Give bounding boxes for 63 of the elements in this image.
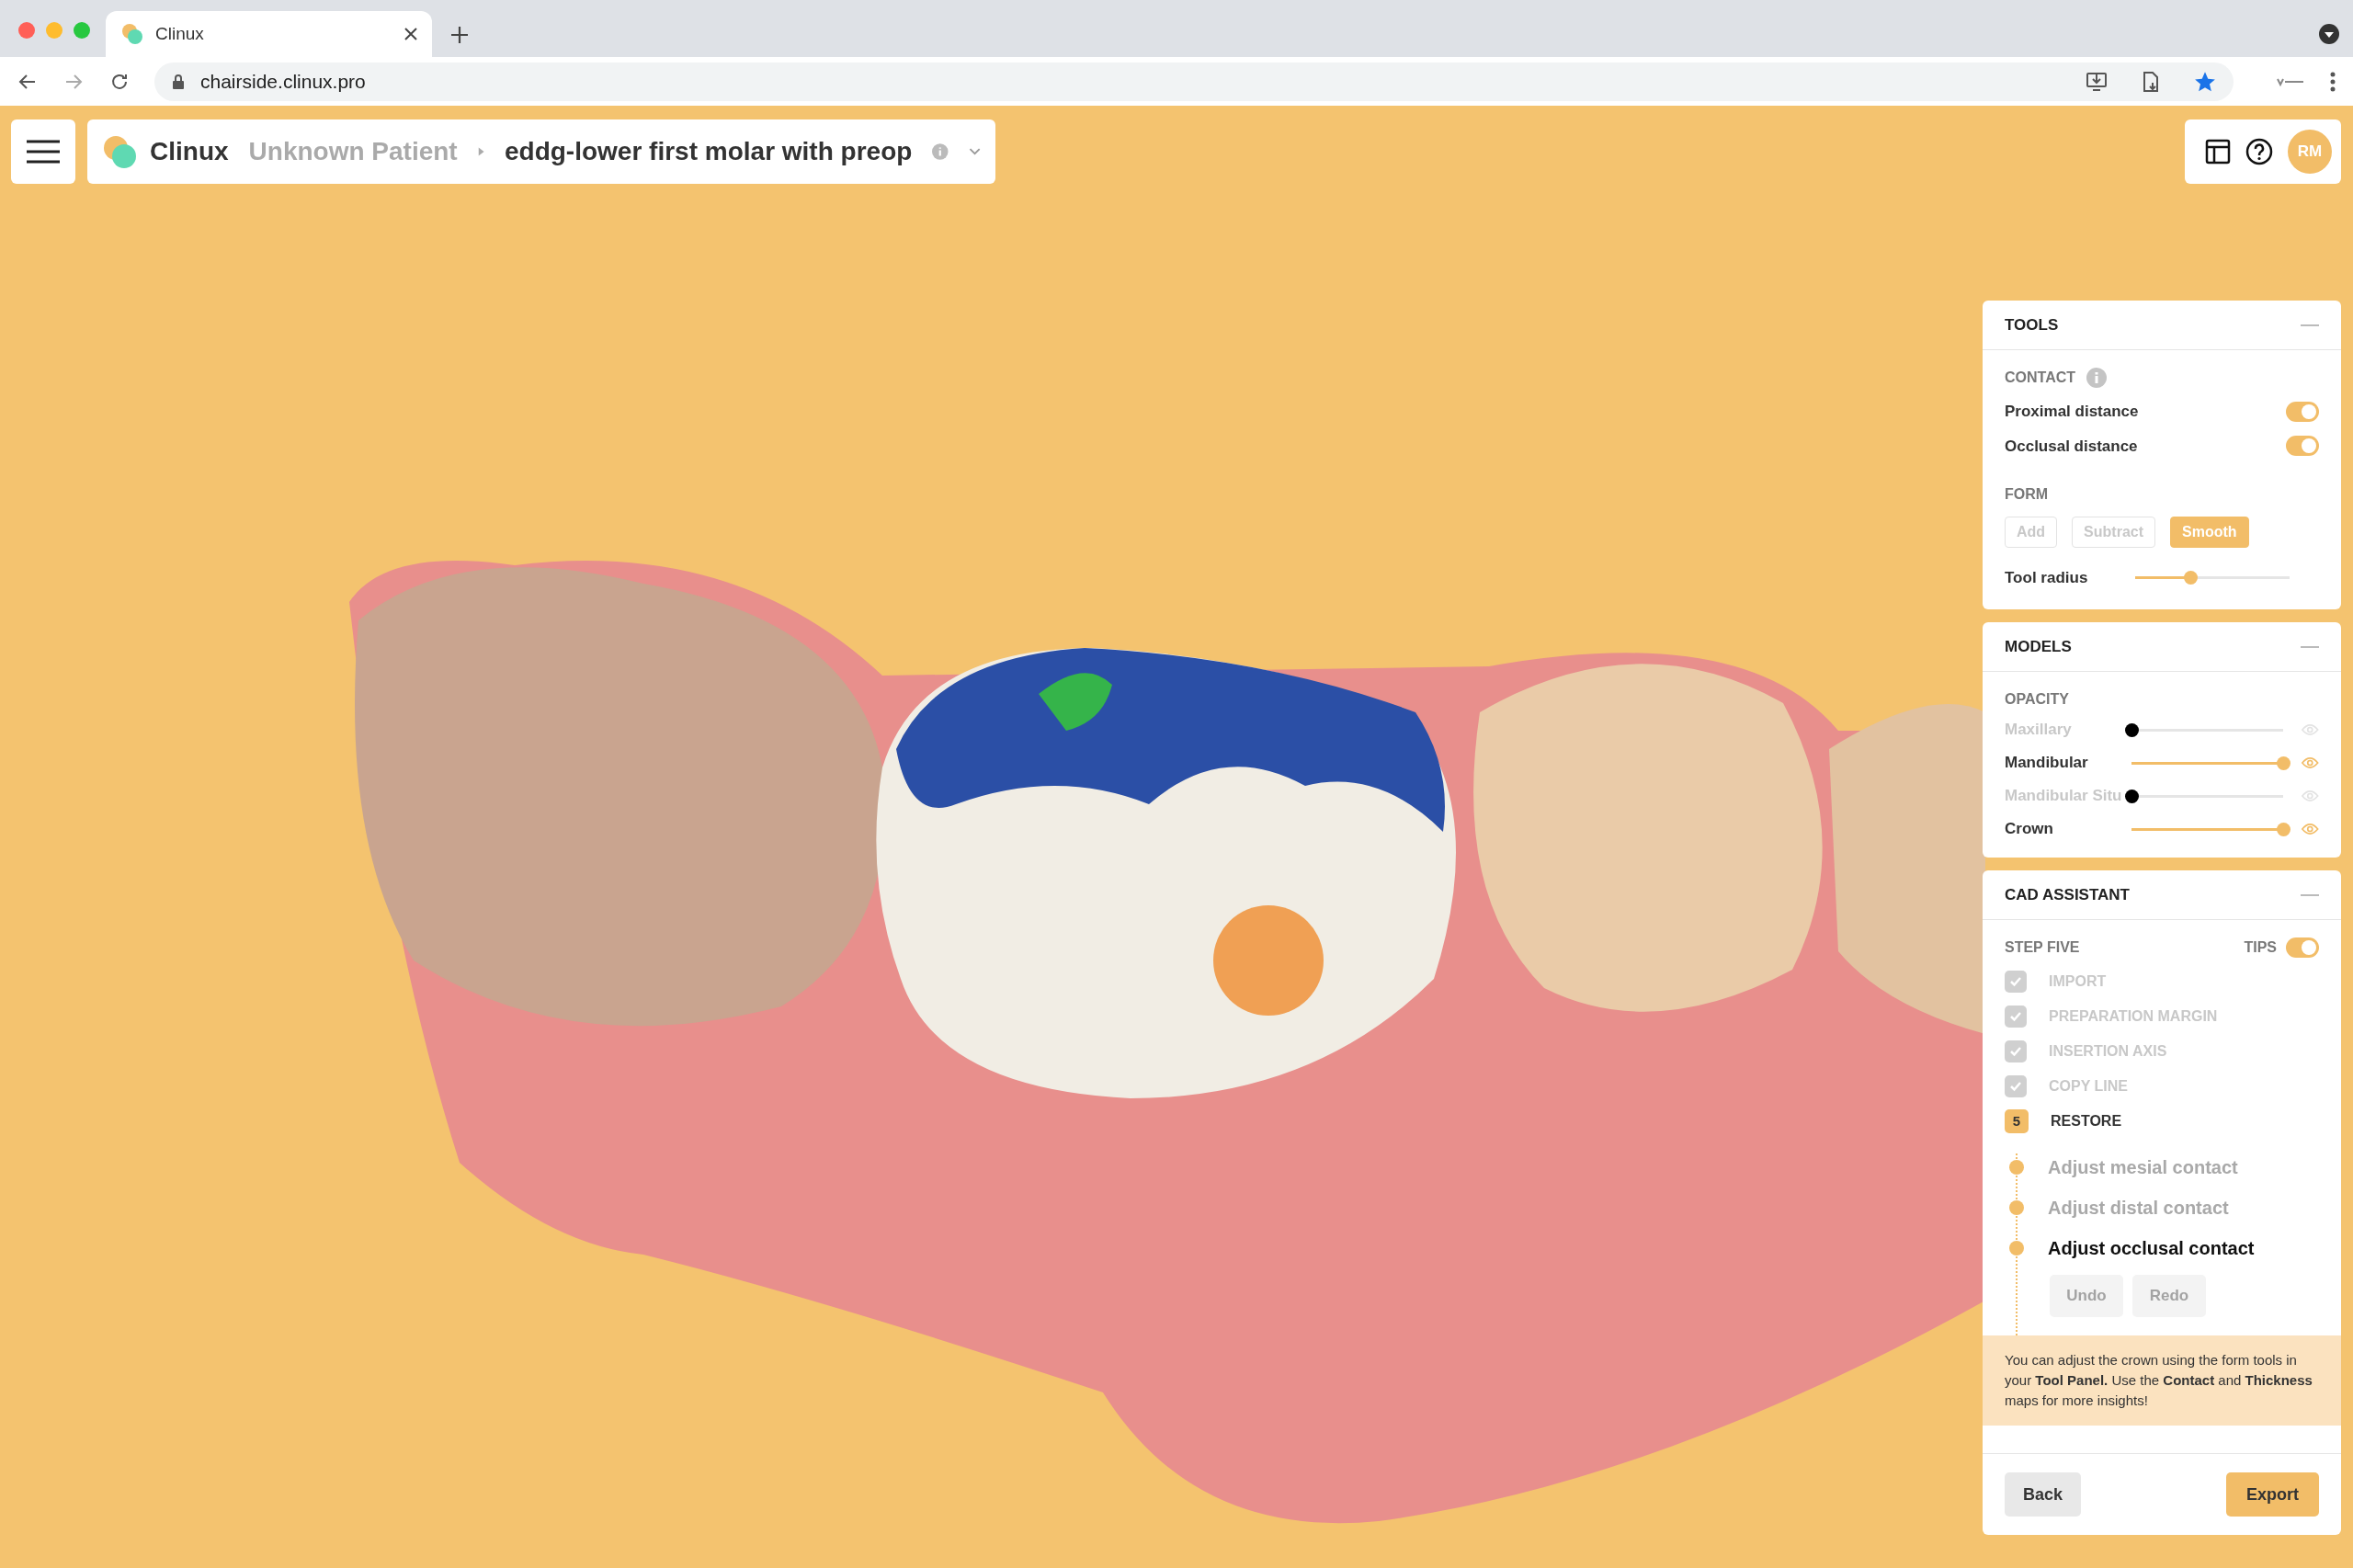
tip-text: You can adjust the crown using the form tools in your Tool Panel. Use the Contact and Thickness maps for more insights!: [2005, 1351, 2313, 1410]
eye-icon[interactable]: [2302, 722, 2319, 737]
slider-thumb[interactable]: [2125, 789, 2140, 803]
info-icon[interactable]: [2086, 368, 2108, 388]
browser-menu-icon[interactable]: [2329, 70, 2336, 93]
model-label: Crown: [2005, 819, 2054, 840]
section-label: FORM: [2005, 485, 2050, 504]
close-window-button[interactable]: [18, 22, 35, 39]
eye-icon[interactable]: [2302, 789, 2319, 803]
back-button[interactable]: Back: [2005, 1472, 2082, 1517]
panel-title: CAD ASSISTANT: [2005, 884, 2130, 905]
eye-icon[interactable]: [2302, 756, 2319, 770]
chevron-right-icon: [477, 145, 484, 158]
toggle-label: Proximal distance: [2005, 402, 2139, 422]
tips-label: TIPS: [2244, 938, 2277, 957]
section-label: OPACITY: [2005, 690, 2070, 709]
maximize-window-button[interactable]: [74, 22, 90, 39]
case-title: eddg-lower first molar with preop: [505, 136, 913, 167]
patient-link[interactable]: Unknown Patient: [248, 132, 458, 171]
slider-thumb[interactable]: [2277, 822, 2291, 836]
collapse-button[interactable]: [2301, 893, 2319, 896]
slider-label: Tool radius: [2005, 567, 2088, 588]
toggle-switch[interactable]: [2286, 436, 2319, 457]
address-bar[interactable]: chairside.clinux.pro: [154, 62, 2234, 101]
export-button[interactable]: Export: [2226, 1472, 2319, 1517]
help-icon[interactable]: [2245, 138, 2273, 165]
eye-icon[interactable]: [2302, 822, 2319, 836]
user-avatar[interactable]: RM: [2288, 130, 2332, 174]
substep-item[interactable]: Adjust distal contact: [2048, 1194, 2229, 1221]
lock-icon: [171, 73, 186, 90]
close-tab-icon[interactable]: [404, 28, 417, 40]
info-icon[interactable]: [932, 141, 949, 163]
slider-thumb[interactable]: [2125, 722, 2140, 737]
collapse-button[interactable]: [2301, 645, 2319, 648]
new-tab-icon[interactable]: [450, 26, 469, 44]
clinux-logo-icon: [102, 133, 139, 170]
browser-tab[interactable]: Clinux: [106, 11, 432, 57]
menu-button[interactable]: [11, 119, 75, 184]
section-label: CONTACT: [2005, 369, 2076, 387]
url-text: chairside.clinux.pro: [200, 69, 367, 94]
collapse-button[interactable]: [2301, 324, 2319, 326]
panel-title: TOOLS: [2005, 314, 2059, 335]
layout-icon[interactable]: [2205, 139, 2231, 165]
tab-title: Clinux: [155, 22, 205, 45]
form-tool-button[interactable]: Smooth: [2170, 517, 2249, 548]
menu-icon: [27, 140, 60, 164]
clinux-logo-icon: [120, 22, 144, 46]
toggle-label: Occlusal distance: [2005, 436, 2138, 457]
model-label: Mandibular: [2005, 753, 2089, 774]
slider-thumb[interactable]: [2277, 756, 2291, 770]
step-item[interactable]: RESTORE: [2051, 1110, 2122, 1132]
step-number: 5: [2005, 1109, 2029, 1133]
substep-item[interactable]: Adjust mesial contact: [2048, 1153, 2238, 1181]
minimize-window-button[interactable]: [46, 22, 63, 39]
brand-name: Clinux: [150, 136, 229, 167]
tab-search-icon[interactable]: [2318, 23, 2340, 45]
chevron-down-icon[interactable]: [968, 146, 981, 157]
toggle-switch[interactable]: [2286, 401, 2319, 422]
panel-title: MODELS: [2005, 636, 2072, 657]
step-label: STEP FIVE: [2005, 938, 2080, 957]
slider-thumb[interactable]: [2184, 571, 2199, 585]
substep-item[interactable]: Adjust occlusal contact: [2048, 1234, 2255, 1262]
toggle-switch[interactable]: [2286, 937, 2319, 958]
